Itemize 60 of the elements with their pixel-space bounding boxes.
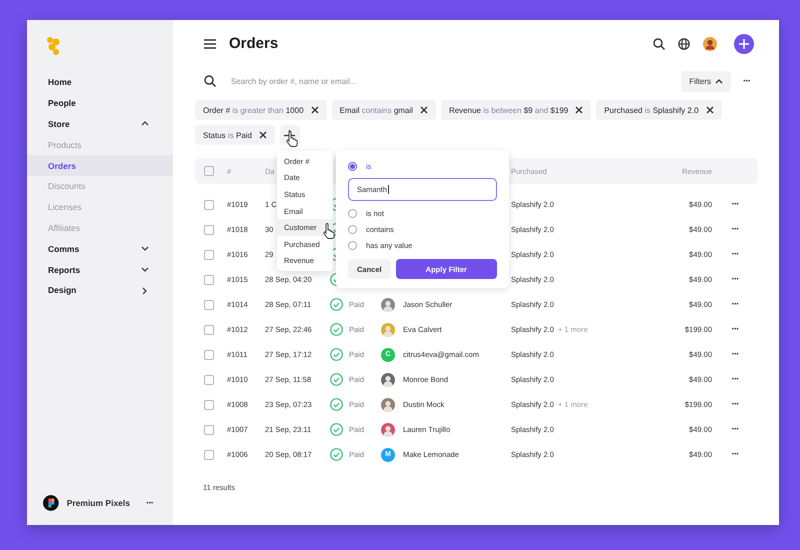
search-icon — [204, 75, 216, 87]
chevron-icon[interactable] — [141, 286, 149, 294]
nav-item[interactable]: Store — [27, 114, 173, 134]
chevron-icon[interactable] — [141, 266, 149, 274]
plus-icon — [739, 38, 749, 48]
logo-icon — [46, 36, 62, 56]
checkbox[interactable] — [204, 350, 214, 360]
checkbox[interactable] — [204, 224, 214, 234]
account-name: Premium Pixels — [66, 498, 130, 508]
close-icon[interactable] — [310, 106, 319, 114]
more-button[interactable]: ··· — [728, 399, 742, 410]
filter-chip[interactable]: Order # is greater than 1000 — [195, 100, 327, 120]
filter-chip[interactable]: Email contains gmail — [332, 100, 436, 120]
more-button[interactable]: ··· — [728, 299, 742, 310]
more-button[interactable]: ··· — [728, 349, 742, 360]
close-icon[interactable] — [420, 106, 428, 114]
close-icon[interactable] — [706, 106, 714, 114]
checkbox[interactable] — [204, 166, 214, 176]
nav-item[interactable]: Design — [27, 280, 173, 301]
more-button[interactable]: ··· — [728, 374, 742, 385]
more-button[interactable]: ··· — [728, 274, 742, 285]
checkbox[interactable] — [204, 200, 214, 210]
checkbox[interactable] — [204, 424, 214, 434]
nav-item[interactable]: Comms — [27, 238, 173, 260]
checkbox[interactable] — [204, 324, 214, 334]
globe-icon[interactable] — [678, 38, 690, 50]
close-icon[interactable] — [258, 131, 267, 139]
add-button[interactable] — [734, 34, 754, 54]
nav-item[interactable]: Reports — [27, 259, 173, 280]
filter-chip[interactable]: Purchased is Splashify 2.0 — [596, 100, 722, 120]
pointer-icon — [285, 131, 298, 147]
more-button[interactable]: ··· — [728, 424, 742, 435]
checkbox[interactable] — [204, 300, 214, 310]
more-button[interactable]: ··· — [728, 324, 742, 335]
close-icon[interactable] — [575, 106, 584, 114]
checkbox[interactable] — [204, 400, 214, 410]
more-button[interactable]: ··· — [142, 498, 157, 508]
filters-button[interactable]: Filters — [681, 70, 731, 92]
search-icon[interactable] — [653, 38, 665, 50]
nav-item[interactable]: Orders — [27, 155, 173, 176]
more-button[interactable]: ··· — [728, 249, 742, 260]
nav-item[interactable]: People — [27, 92, 173, 114]
nav-item[interactable]: Home — [27, 72, 173, 93]
checkbox[interactable] — [204, 250, 214, 260]
filter-chip[interactable]: Revenue is between $9 and $199 — [440, 100, 592, 120]
more-button[interactable]: ··· — [728, 199, 742, 210]
chevron-icon[interactable] — [141, 120, 149, 128]
page-title: Orders — [229, 35, 278, 52]
more-button[interactable]: ··· — [728, 224, 742, 235]
avatar[interactable] — [703, 36, 717, 50]
menu-icon[interactable] — [204, 38, 216, 48]
search-field[interactable]: Search by order #, name or email... — [229, 76, 682, 86]
more-button[interactable]: ··· — [728, 449, 742, 460]
chevron-icon[interactable] — [141, 245, 149, 252]
brand-avatar — [43, 495, 59, 511]
checkbox[interactable] — [204, 450, 214, 460]
checkbox[interactable] — [204, 374, 214, 384]
filter-chip[interactable]: Status is Paid — [195, 125, 275, 145]
more-button[interactable]: ··· — [739, 76, 754, 86]
checkbox[interactable] — [204, 274, 214, 284]
